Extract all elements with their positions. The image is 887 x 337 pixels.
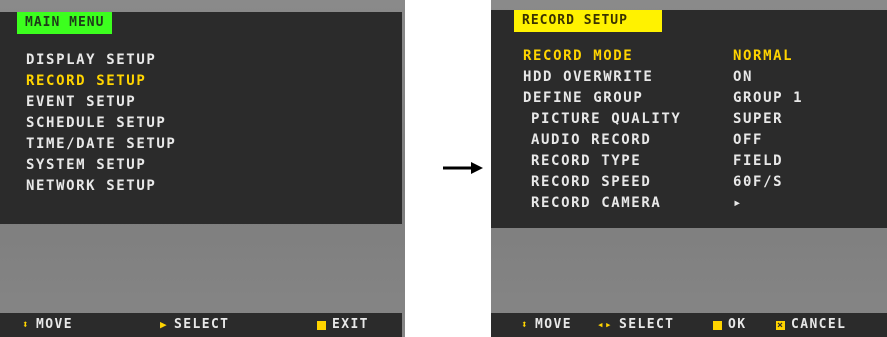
menu-item-record-setup[interactable]: RECORD SETUP <box>26 71 176 92</box>
setting-record-mode[interactable]: RECORD MODE NORMAL <box>523 46 873 67</box>
setting-value: ON <box>733 69 754 85</box>
footer-move-label: MOVE <box>535 317 572 332</box>
setting-picture-quality[interactable]: PICTURE QUALITY SUPER <box>523 109 873 130</box>
footer-cancel-label: CANCEL <box>791 317 847 332</box>
main-menu-title: MAIN MENU <box>17 12 113 34</box>
submenu-arrow-icon[interactable]: ▸ <box>733 193 743 214</box>
setting-label: AUDIO RECORD <box>531 132 652 148</box>
menu-item-event-setup[interactable]: EVENT SETUP <box>26 92 176 113</box>
menu-item-system-setup[interactable]: SYSTEM SETUP <box>26 155 176 176</box>
x-square-icon <box>776 314 785 337</box>
record-setup-list: RECORD MODE NORMAL HDD OVERWRITE ON DEFI… <box>523 46 873 214</box>
main-menu-panel: MAIN MENU DISPLAY SETUP RECORD SETUP EVE… <box>0 12 402 224</box>
setting-hdd-overwrite[interactable]: HDD OVERWRITE ON <box>523 67 873 88</box>
setting-audio-record[interactable]: AUDIO RECORD OFF <box>523 130 873 151</box>
setting-record-speed[interactable]: RECORD SPEED 60F/S <box>523 172 873 193</box>
setting-value: GROUP 1 <box>733 90 804 106</box>
record-setup-title: RECORD SETUP <box>514 10 662 32</box>
footer-select-hint: ▶ SELECT <box>160 313 229 337</box>
setting-record-camera[interactable]: RECORD CAMERA ▸ <box>523 193 873 214</box>
setting-value: SUPER <box>733 111 784 127</box>
up-down-arrow-icon: ⬍ <box>521 318 530 331</box>
main-menu-screen: MAIN MENU DISPLAY SETUP RECORD SETUP EVE… <box>0 0 405 337</box>
up-down-arrow-icon: ⬍ <box>22 318 31 331</box>
footer-select-label: SELECT <box>619 317 675 332</box>
right-arrow-icon <box>443 162 483 174</box>
setting-value: OFF <box>733 132 764 148</box>
square-icon <box>317 320 326 330</box>
right-triangle-icon: ▶ <box>160 318 169 331</box>
record-setup-footer: ⬍ MOVE ◂▸ SELECT OK CANCEL <box>491 313 887 337</box>
setting-value: FIELD <box>733 153 784 169</box>
footer-ok-hint: OK <box>713 313 746 337</box>
footer-move-hint: ⬍ MOVE <box>521 313 572 337</box>
setting-value: NORMAL <box>733 48 794 64</box>
setting-label: RECORD CAMERA <box>531 195 662 211</box>
setting-label: PICTURE QUALITY <box>531 111 682 127</box>
footer-ok-label: OK <box>728 317 747 332</box>
footer-exit-hint: EXIT <box>317 313 369 337</box>
footer-select-hint: ◂▸ SELECT <box>597 313 674 337</box>
setting-label: RECORD SPEED <box>531 174 652 190</box>
main-menu-list: DISPLAY SETUP RECORD SETUP EVENT SETUP S… <box>26 50 176 197</box>
menu-item-schedule-setup[interactable]: SCHEDULE SETUP <box>26 113 176 134</box>
footer-move-label: MOVE <box>36 317 73 332</box>
setting-label: RECORD TYPE <box>531 153 642 169</box>
footer-move-hint: ⬍ MOVE <box>22 313 73 337</box>
menu-item-time-date-setup[interactable]: TIME/DATE SETUP <box>26 134 176 155</box>
setting-label: DEFINE GROUP <box>523 90 644 106</box>
setting-label: RECORD MODE <box>523 48 634 64</box>
record-setup-screen: RECORD SETUP RECORD MODE NORMAL HDD OVER… <box>491 0 887 337</box>
setting-value: 60F/S <box>733 174 784 190</box>
left-right-arrow-icon: ◂▸ <box>597 318 614 331</box>
menu-item-network-setup[interactable]: NETWORK SETUP <box>26 176 176 197</box>
record-setup-panel: RECORD SETUP RECORD MODE NORMAL HDD OVER… <box>491 10 887 228</box>
footer-cancel-hint: CANCEL <box>776 313 846 337</box>
setting-record-type[interactable]: RECORD TYPE FIELD <box>523 151 873 172</box>
main-menu-footer: ⬍ MOVE ▶ SELECT EXIT <box>0 313 402 337</box>
square-icon <box>713 320 722 330</box>
footer-exit-label: EXIT <box>332 317 369 332</box>
setting-define-group[interactable]: DEFINE GROUP GROUP 1 <box>523 88 873 109</box>
footer-select-label: SELECT <box>174 317 230 332</box>
menu-item-display-setup[interactable]: DISPLAY SETUP <box>26 50 176 71</box>
setting-label: HDD OVERWRITE <box>523 69 654 85</box>
